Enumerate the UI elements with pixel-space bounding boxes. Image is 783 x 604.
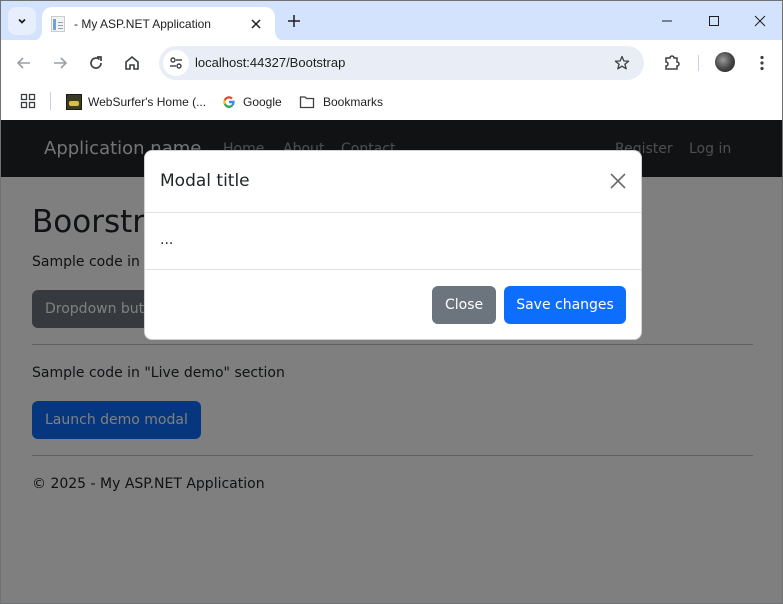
back-button[interactable] [12,51,36,75]
minimize-icon [662,20,672,22]
more-vert-icon [760,55,764,71]
google-icon [221,94,237,110]
folder-icon [299,94,315,110]
modal-header: Modal title [145,151,641,213]
site-info-button[interactable] [163,50,189,76]
apps-button[interactable] [20,93,36,109]
address-bar[interactable]: localhost:44327/Bootstrap [159,46,644,80]
close-icon [251,19,261,29]
close-icon [754,15,766,27]
bookmarks-bar: WebSurfer's Home (... Google Bookmarks [0,86,783,120]
web-page: Application name Home About Contact Regi… [0,120,783,604]
modal-title: Modal title [160,171,250,191]
maximize-button[interactable] [699,9,729,33]
modal-close-button[interactable] [608,171,628,191]
reload-icon [90,56,102,69]
browser-tab-strip: - My ASP.NET Application [0,0,783,41]
new-tab-button[interactable] [284,11,304,31]
bookmark-google[interactable]: Google [221,92,282,112]
bookmark-websurfer[interactable]: WebSurfer's Home (... [66,92,206,112]
document-icon [51,16,65,32]
bookmark-label: WebSurfer's Home (... [88,95,207,109]
bookmark-label: Google [243,95,282,109]
bookmark-label: Bookmarks [323,95,384,109]
extensions-button[interactable] [660,51,684,75]
bookmark-star-button[interactable] [612,53,632,73]
arrow-left-icon [16,57,30,69]
reload-button[interactable] [84,51,108,75]
window-close-button[interactable] [745,9,775,33]
bookmark-folder[interactable]: Bookmarks [299,92,383,112]
home-button[interactable] [120,51,144,75]
plus-icon [288,15,300,27]
modal-body-text: ... [160,232,174,248]
star-icon [614,55,630,70]
arrow-right-icon [54,57,68,69]
tab-close-button[interactable] [247,15,265,33]
modal-body: ... [145,213,641,270]
profile-avatar[interactable] [715,52,735,72]
modal-dialog: Modal title ... Close Save changes [144,150,642,340]
minimize-button[interactable] [652,9,682,33]
websurfer-favicon-icon [66,94,82,110]
browser-tab[interactable]: - My ASP.NET Application [42,7,275,41]
puzzle-icon [665,55,680,70]
url-text[interactable]: localhost:44327/Bootstrap [195,55,345,70]
save-changes-button[interactable]: Save changes [504,286,626,324]
chevron-down-icon [18,18,26,24]
toolbar-divider [698,55,699,71]
browser-toolbar: localhost:44327/Bootstrap [0,40,783,86]
modal-footer: Close Save changes [145,270,641,341]
menu-button[interactable] [750,51,774,75]
forward-button[interactable] [48,51,72,75]
close-icon [610,173,626,189]
apps-grid-icon [20,93,36,109]
maximize-icon [709,16,719,26]
home-icon [125,55,139,70]
bookmarks-divider [50,92,51,110]
tab-title: - My ASP.NET Application [74,17,211,31]
modal-close-text-button[interactable]: Close [432,286,497,324]
tune-icon [170,57,182,69]
